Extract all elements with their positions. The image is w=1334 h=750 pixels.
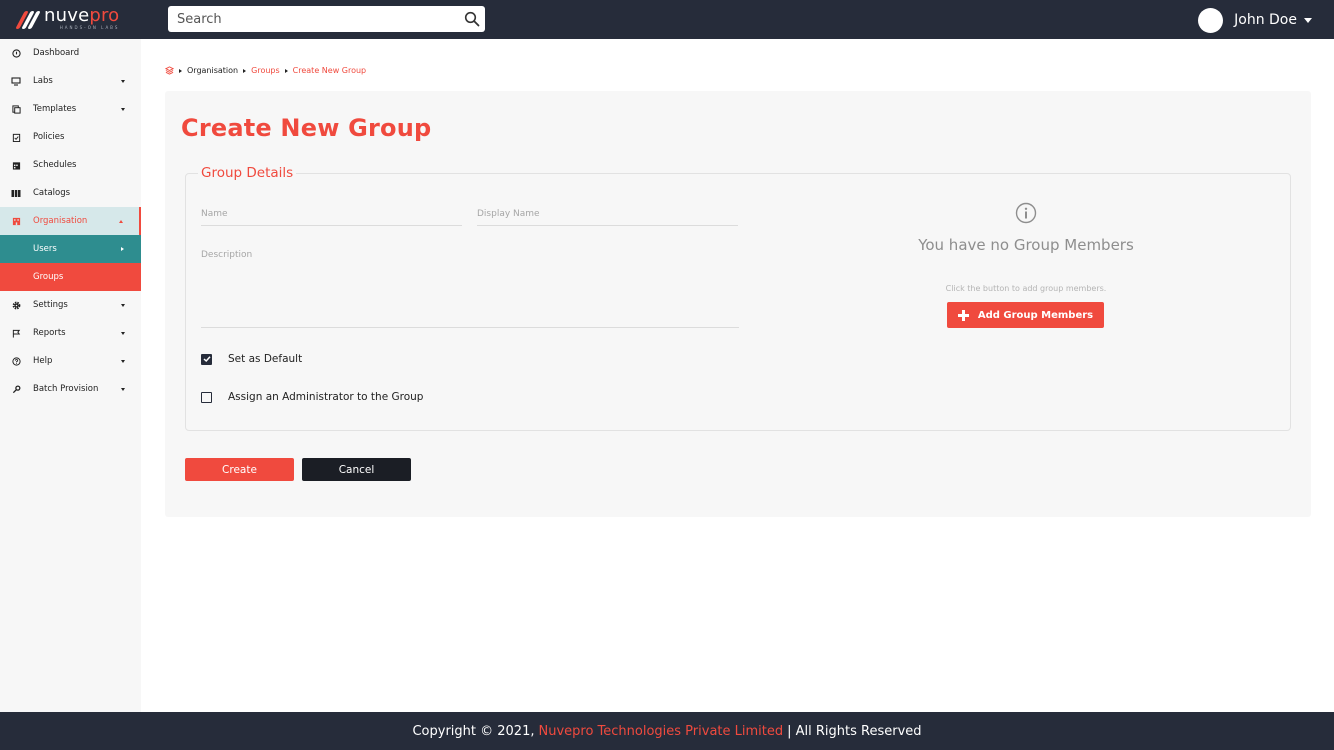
sidebar-item-dashboard[interactable]: Dashboard <box>0 39 141 67</box>
logo-name-accent: pro <box>89 5 120 26</box>
sidebar: Dashboard Labs Templates Policies Schedu… <box>0 39 141 712</box>
sidebar-item-labs[interactable]: Labs <box>0 67 141 95</box>
set-default-row[interactable]: Set as Default <box>201 353 302 365</box>
sidebar-item-label: Policies <box>33 132 65 142</box>
logo-name-part: nuve <box>44 5 90 26</box>
chevron-down-icon[interactable] <box>1304 17 1312 23</box>
user-menu[interactable]: John Doe <box>1198 7 1312 33</box>
add-group-members-label: Add Group Members <box>977 309 1094 321</box>
sidebar-item-label: Settings <box>33 300 68 310</box>
sidebar-item-catalogs[interactable]: Catalogs <box>0 179 141 207</box>
sidebar-item-label: Templates <box>33 104 77 114</box>
breadcrumb-separator-icon <box>243 68 247 73</box>
chevron-down-icon <box>121 79 125 83</box>
sidebar-subitem-users[interactable]: Users <box>0 235 141 263</box>
chevron-up-icon <box>119 219 123 223</box>
breadcrumb-organisation[interactable]: Organisation <box>187 66 238 75</box>
logo-mark-icon <box>15 9 41 29</box>
sidebar-item-reports[interactable]: Reports <box>0 319 141 347</box>
sidebar-item-label: Organisation <box>33 216 88 226</box>
chevron-down-icon <box>121 107 125 111</box>
sidebar-item-help[interactable]: Help <box>0 347 141 375</box>
chevron-right-icon <box>121 247 124 251</box>
sidebar-item-policies[interactable]: Policies <box>0 123 141 151</box>
name-field[interactable] <box>201 202 462 226</box>
monitor-icon <box>11 76 21 86</box>
chevron-down-icon <box>121 387 125 391</box>
description-field[interactable] <box>201 250 739 327</box>
sidebar-item-label: Batch Provision <box>33 384 99 394</box>
assign-admin-checkbox[interactable] <box>201 391 212 403</box>
sidebar-item-label: Dashboard <box>33 48 80 58</box>
cancel-button[interactable]: Cancel <box>302 458 411 481</box>
sidebar-item-label: Help <box>33 356 53 366</box>
sidebar-item-label: Groups <box>33 272 64 282</box>
breadcrumb: Organisation Groups Create New Group <box>165 66 371 75</box>
members-empty-title: You have no Group Members <box>918 236 1134 254</box>
assign-admin-label: Assign an Administrator to the Group <box>228 391 424 403</box>
plus-icon <box>957 309 969 321</box>
chevron-down-icon <box>121 331 125 335</box>
company-link[interactable]: Nuvepro Technologies Private Limited <box>538 724 783 739</box>
dashboard-icon <box>11 48 21 58</box>
breadcrumb-groups[interactable]: Groups <box>251 66 280 75</box>
sidebar-item-organisation[interactable]: Organisation <box>0 207 141 235</box>
info-icon <box>1015 202 1037 224</box>
group-members-panel: You have no Group Members Click the butt… <box>886 202 1166 328</box>
sidebar-item-schedules[interactable]: Schedules <box>0 151 141 179</box>
create-group-card: Create New Group Group Details Set as De… <box>165 91 1311 517</box>
breadcrumb-separator-icon <box>179 68 182 73</box>
description-field-wrapper <box>201 250 739 328</box>
search-box <box>168 6 485 32</box>
organisation-icon <box>11 216 21 226</box>
sidebar-item-label: Reports <box>33 328 66 338</box>
nuvepro-logo[interactable]: nuvepro HANDS-ON LABS <box>15 5 120 32</box>
check-icon <box>202 356 211 363</box>
sidebar-item-templates[interactable]: Templates <box>0 95 141 123</box>
set-default-checkbox[interactable] <box>201 353 212 365</box>
display-name-field[interactable] <box>477 202 738 226</box>
section-title: Group Details <box>198 165 297 181</box>
group-details-section: Group Details Set as Default Assign an A… <box>185 165 1291 431</box>
page-title: Create New Group <box>181 114 432 142</box>
sidebar-subitem-groups[interactable]: Groups <box>0 263 141 291</box>
chevron-down-icon <box>121 303 125 307</box>
layers-icon[interactable] <box>165 66 174 75</box>
breadcrumb-separator-icon <box>284 68 288 73</box>
search-icon[interactable] <box>464 11 480 27</box>
sidebar-item-label: Schedules <box>33 160 77 170</box>
breadcrumb-current: Create New Group <box>292 66 367 75</box>
name-field-wrapper <box>201 201 462 226</box>
members-hint: Click the button to add group members. <box>945 284 1107 293</box>
chevron-down-icon <box>121 359 125 363</box>
top-bar: nuvepro HANDS-ON LABS John Doe <box>0 0 1334 39</box>
clipboard-icon <box>11 132 21 142</box>
user-name: John Doe <box>1234 12 1297 28</box>
sidebar-item-label: Labs <box>33 76 53 86</box>
copyright-text: Copyright © 2021, <box>412 723 535 739</box>
sidebar-item-batch-provision[interactable]: Batch Provision <box>0 375 141 403</box>
catalog-icon <box>11 188 21 198</box>
sidebar-item-label: Users <box>33 244 57 254</box>
add-group-members-button[interactable]: Add Group Members <box>947 302 1104 328</box>
avatar[interactable] <box>1198 7 1224 33</box>
key-icon <box>11 384 21 394</box>
calendar-icon <box>11 160 21 170</box>
footer: Copyright © 2021, Nuvepro Technologies P… <box>0 712 1334 750</box>
create-button[interactable]: Create <box>185 458 294 481</box>
search-input[interactable] <box>168 6 458 32</box>
sidebar-item-label: Catalogs <box>33 188 71 198</box>
display-name-field-wrapper <box>477 201 738 226</box>
rights-text: | All Rights Reserved <box>787 723 922 739</box>
gear-icon <box>11 300 21 310</box>
assign-admin-row[interactable]: Assign an Administrator to the Group <box>201 391 423 403</box>
flag-icon <box>11 328 21 338</box>
help-icon <box>11 356 21 366</box>
set-default-label: Set as Default <box>228 353 303 365</box>
copy-icon <box>11 104 21 114</box>
sidebar-item-settings[interactable]: Settings <box>0 291 141 319</box>
